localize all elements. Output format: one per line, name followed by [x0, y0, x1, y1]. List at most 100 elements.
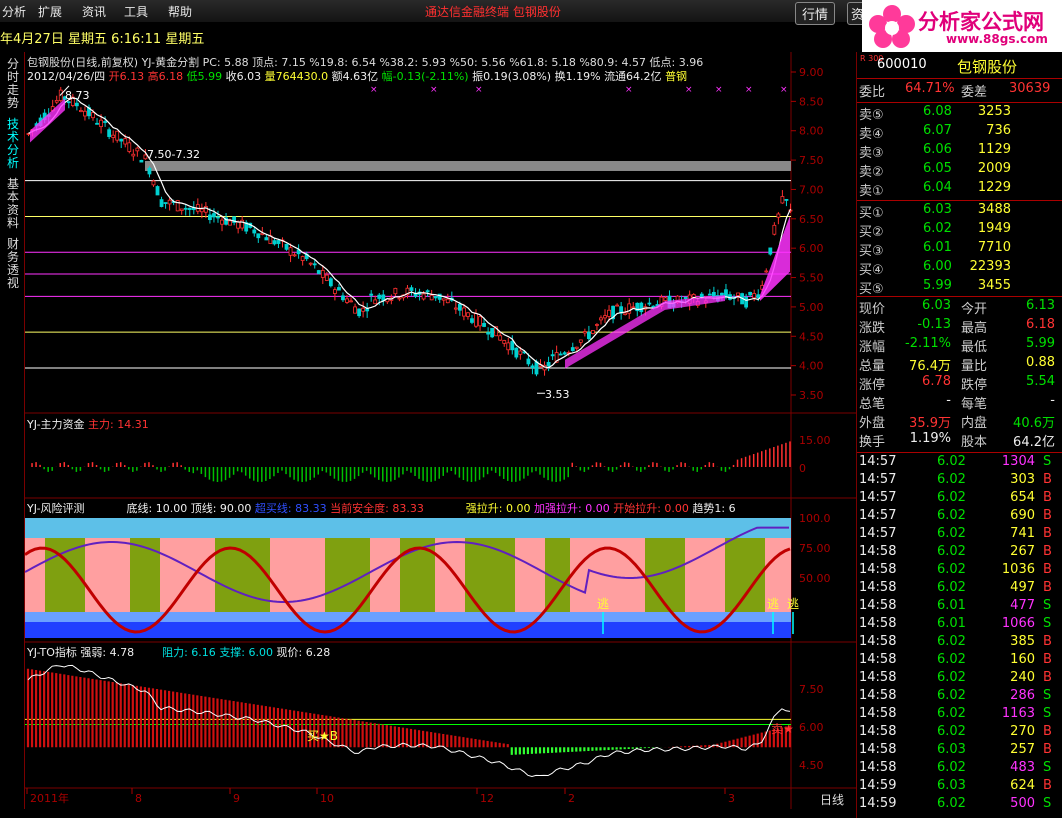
candle-body: [316, 270, 321, 274]
ask-row[interactable]: 卖③ 6.06 1129: [857, 142, 1062, 161]
tick-side: S: [1043, 616, 1052, 631]
tick-side: B: [1043, 652, 1052, 667]
y-tick-label: 3.50: [799, 389, 824, 402]
menu-item-news[interactable]: 资讯: [82, 3, 106, 20]
bid-row[interactable]: 买① 6.03 3488: [857, 202, 1062, 221]
candle-body: [264, 237, 269, 241]
bid-label: 买②: [859, 225, 884, 240]
candle-body: [99, 119, 103, 128]
bid-row[interactable]: 买② 6.02 1949: [857, 221, 1062, 240]
quote-button[interactable]: 行情: [795, 2, 836, 25]
commission-diff: 30639: [1009, 81, 1051, 96]
candle-body: [707, 293, 712, 296]
stat-label: 今开: [961, 302, 988, 317]
tick-side: B: [1043, 508, 1052, 523]
tick-price: 6.02: [937, 652, 966, 667]
chart-area[interactable]: 9.00 8.50 8.00 7.50 7.00 6.50 6.00 5.50 5.00 4.50…: [25, 52, 856, 809]
tab-intraday[interactable]: 分时走势: [4, 58, 22, 110]
stat-label: 股本: [961, 435, 988, 450]
bar-open: 开6.13: [108, 70, 145, 83]
candle-body: [337, 287, 341, 291]
tick-side: B: [1043, 544, 1052, 559]
x-tick-label: 12: [480, 792, 494, 805]
risk-start-pull: 开始拉升: 0.00: [613, 502, 689, 515]
y-tick-label: 7.00: [799, 183, 824, 196]
stat-label: 跌停: [961, 378, 988, 393]
bid-row[interactable]: 买⑤ 5.99 3455: [857, 278, 1062, 297]
bar-change: 幅-0.13(-2.11%): [381, 70, 469, 83]
ask-row[interactable]: 卖② 6.05 2009: [857, 161, 1062, 180]
tick-side: B: [1043, 580, 1052, 595]
risk-zone: [435, 538, 465, 612]
tick-time: 14:57: [859, 490, 897, 505]
candle-body: [466, 312, 470, 317]
tick-time: 14:58: [859, 742, 897, 757]
candle-body: [272, 240, 277, 245]
candle-body: [341, 295, 345, 301]
stat-row: 现价 6.03 今开 6.13: [857, 298, 1062, 317]
period-label[interactable]: 日线: [820, 791, 844, 808]
candle-body: [441, 298, 446, 301]
ask-volume: 1229: [977, 180, 1011, 195]
bar-high: 高6.18: [147, 70, 184, 83]
menu-item-help[interactable]: 帮助: [168, 3, 192, 20]
candle-body: [74, 102, 79, 107]
ask-row[interactable]: 卖⑤ 6.08 3253: [857, 104, 1062, 123]
candle-body: [752, 293, 757, 299]
ask-row[interactable]: 卖④ 6.07 736: [857, 123, 1062, 142]
y-tick-label: 5.50: [799, 272, 824, 285]
menu-item-tools[interactable]: 工具: [124, 3, 148, 20]
candle-body: [748, 291, 753, 296]
tick-side: B: [1043, 562, 1052, 577]
risk-overbought: 超买线: 83.33: [254, 502, 327, 515]
tab-fundamentals[interactable]: 基本资料: [4, 178, 22, 230]
y-tick-label: 7.50: [799, 154, 824, 167]
candle-body: [187, 207, 192, 210]
commission-diff-label: 委差: [961, 85, 988, 100]
ask-row[interactable]: 卖① 6.04 1229: [857, 180, 1062, 199]
tab-technical[interactable]: 技术分析: [4, 118, 22, 170]
risk-panel-header: YJ-风险评测 底线: 10.00 顶线: 90.00 超买线: 83.33 当…: [27, 500, 736, 516]
tick-time: 14:59: [859, 796, 897, 811]
candle-body: [127, 142, 132, 152]
bar-low: 低5.99: [186, 70, 223, 83]
candle-body: [252, 229, 257, 234]
menu-item-extend[interactable]: 扩展: [38, 3, 62, 20]
ask-label: 卖④: [859, 127, 884, 142]
tick-side: S: [1043, 706, 1052, 721]
bid-row[interactable]: 买③ 6.01 7710: [857, 240, 1062, 259]
tick-row: 14:57 6.02 654 B: [857, 490, 1062, 509]
tick-row: 14:57 6.02 690 B: [857, 508, 1062, 527]
tab-financials[interactable]: 财务透视: [4, 238, 22, 290]
stat-label: 最低: [961, 340, 988, 355]
x-marker: ×: [780, 85, 788, 95]
tick-time: 14:57: [859, 526, 897, 541]
candle-body: [744, 296, 749, 308]
bid-label: 买⑤: [859, 282, 884, 297]
tick-row: 14:57 6.02 303 B: [857, 472, 1062, 491]
tick-time: 14:58: [859, 598, 897, 613]
candle-body: [300, 256, 305, 261]
tick-volume: 690: [1010, 508, 1035, 523]
tick-volume: 160: [1010, 652, 1035, 667]
menu-item-analysis[interactable]: 分析: [2, 3, 26, 20]
stat-label: 总笔: [859, 397, 886, 412]
bid-row[interactable]: 买④ 6.00 22393: [857, 259, 1062, 278]
x-tick-label: 2011年: [30, 791, 69, 805]
stat-label: 现价: [859, 302, 886, 317]
tick-side: S: [1043, 796, 1052, 811]
risk-accel-pull: 加强拉升: 0.00: [534, 502, 610, 515]
tick-price: 6.02: [937, 472, 966, 487]
tick-row: 14:58 6.02 385 B: [857, 634, 1062, 653]
ask-label: 卖①: [859, 184, 884, 199]
tick-row: 14:58 6.02 286 S: [857, 688, 1062, 707]
tick-volume: 286: [1010, 688, 1035, 703]
tick-price: 6.02: [937, 580, 966, 595]
escape-signal: 逃: [597, 597, 609, 611]
candle-body: [470, 318, 474, 323]
y-tick-label: 6.00: [799, 242, 824, 255]
candle-body: [433, 296, 438, 299]
stat-value: 6.78: [922, 374, 951, 389]
risk-safety: 当前安全度: 83.33: [330, 502, 424, 515]
tick-time: 14:57: [859, 508, 897, 523]
